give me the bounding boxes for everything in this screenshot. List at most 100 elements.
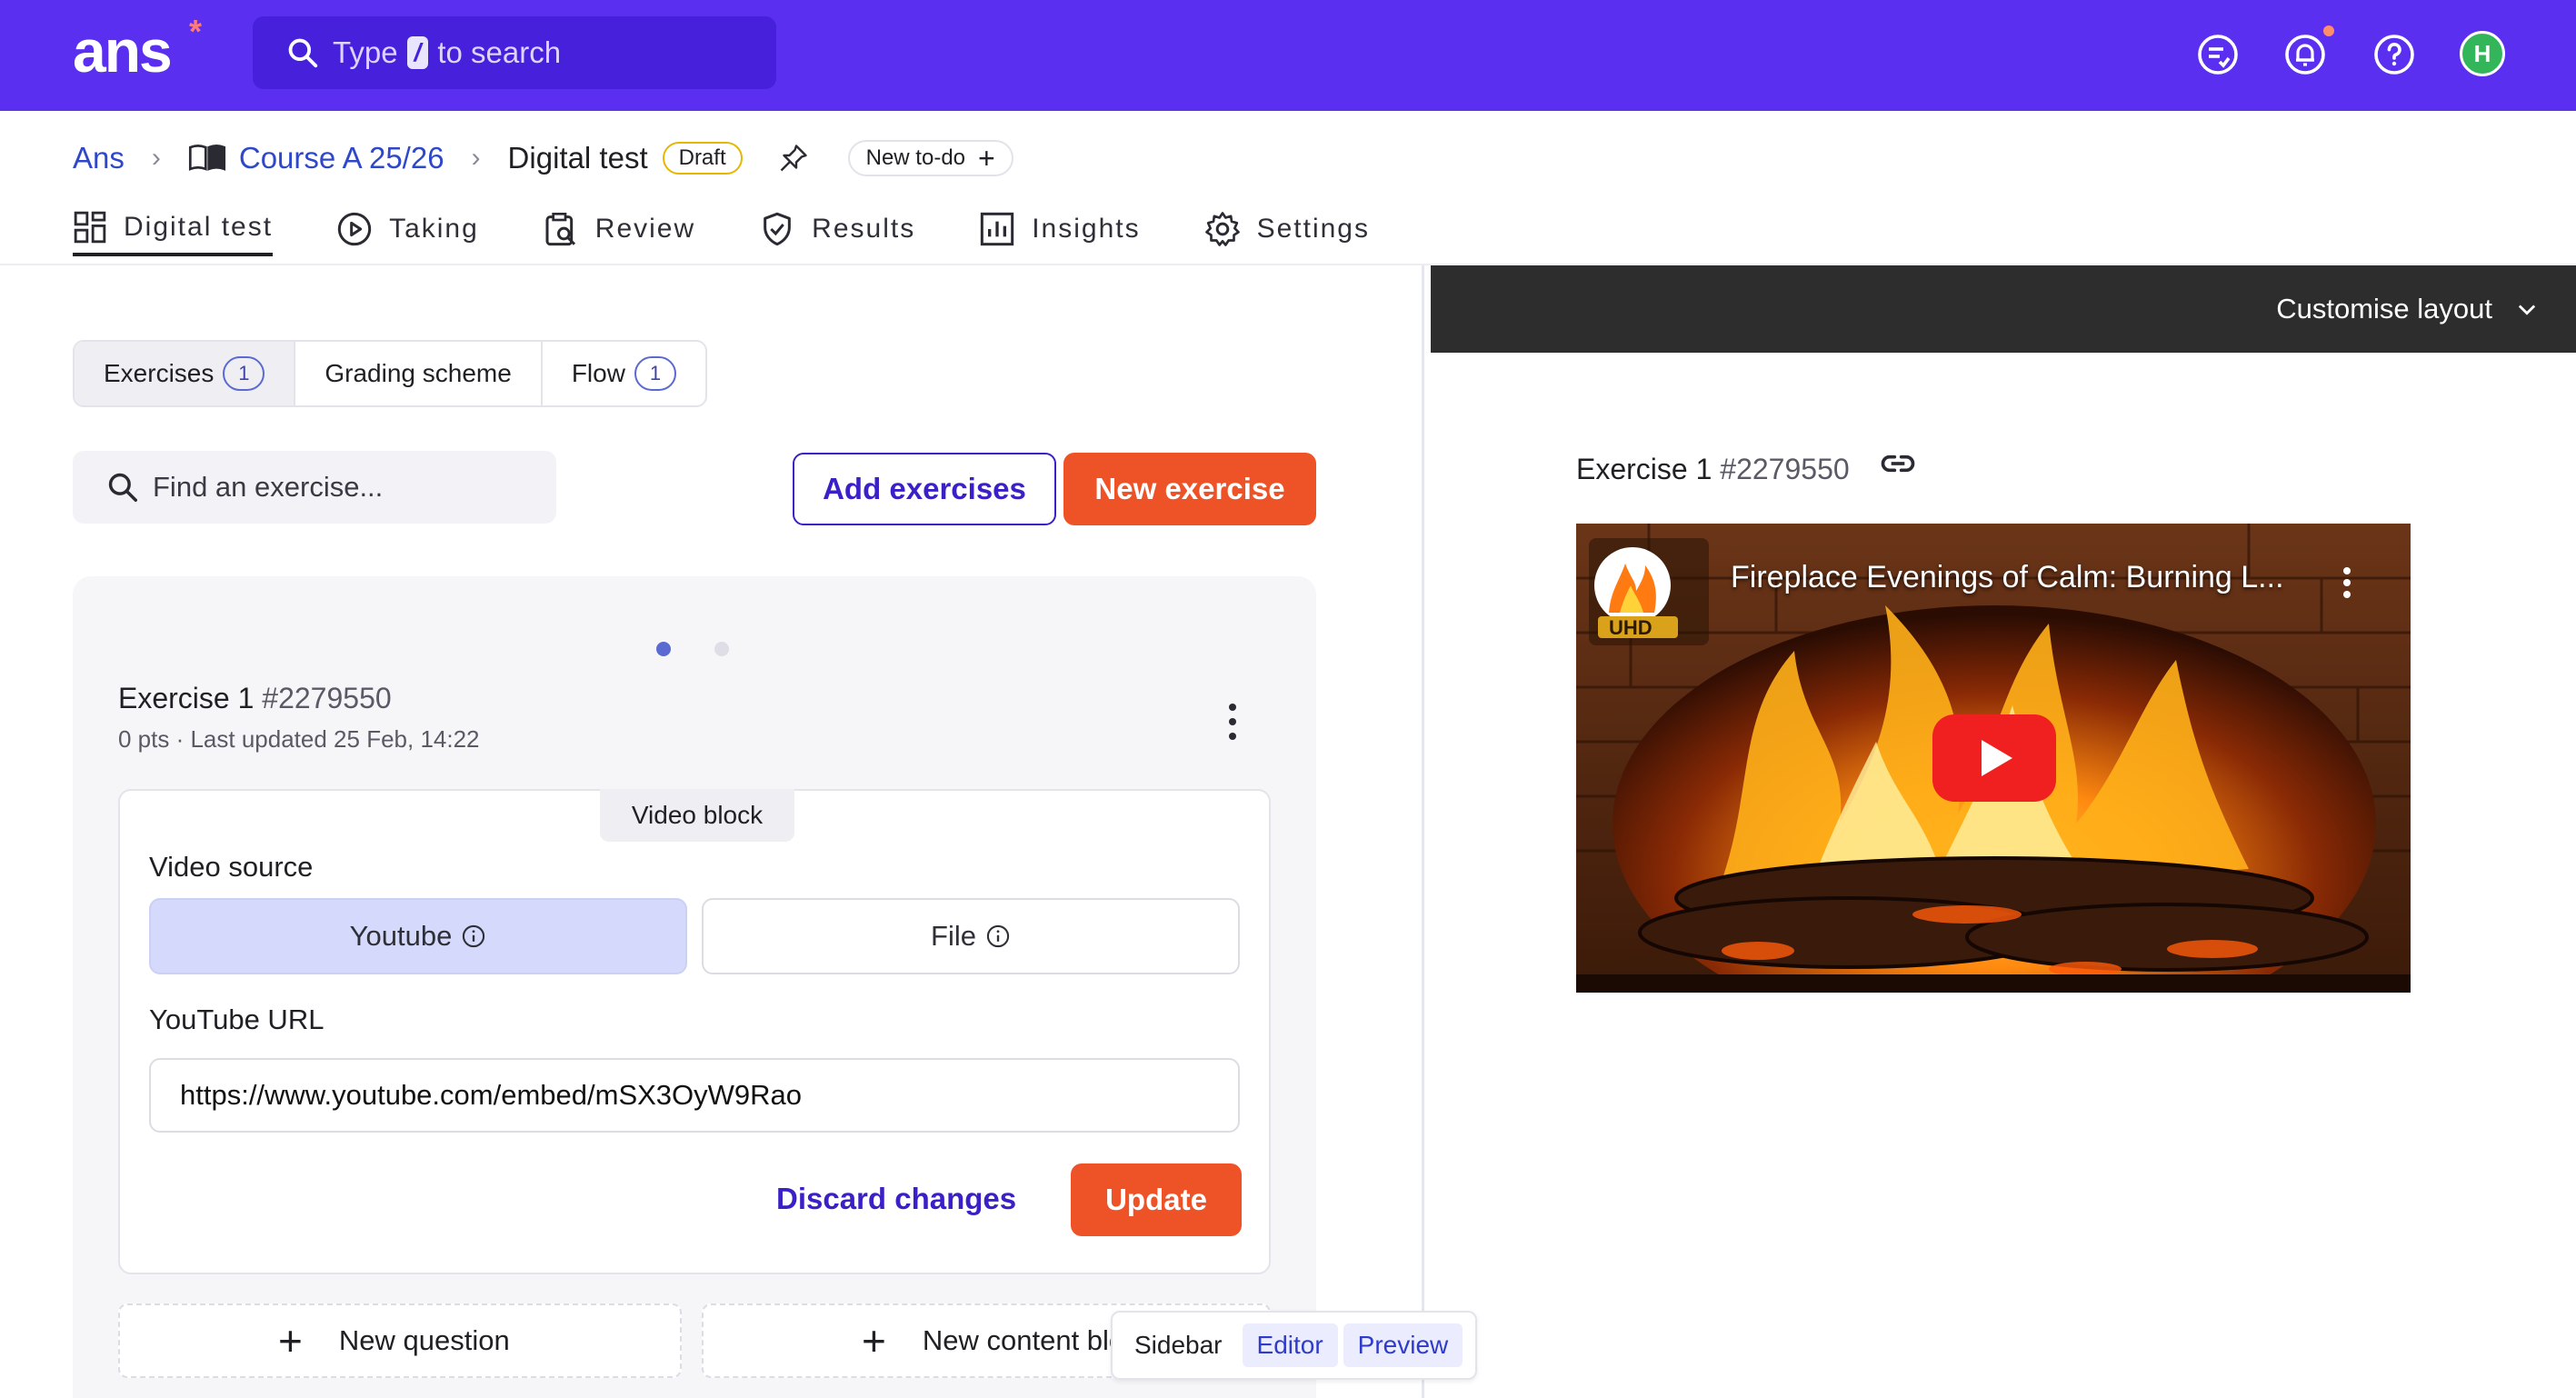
carousel-dot-active[interactable] bbox=[656, 642, 671, 656]
segment-label: Exercises bbox=[104, 359, 215, 387]
toggle-preview[interactable]: Preview bbox=[1343, 1323, 1463, 1367]
top-bar: ans * Type / to search H bbox=[0, 0, 2576, 111]
app-logo[interactable]: ans * bbox=[73, 13, 202, 85]
view-toggle: Sidebar Editor Preview bbox=[1111, 1311, 1478, 1380]
option-label: Youtube bbox=[349, 920, 453, 952]
tab-label: Insights bbox=[1032, 214, 1141, 244]
breadcrumb-current: Digital test bbox=[507, 141, 648, 175]
plus-icon: + bbox=[978, 142, 995, 175]
toggle-editor[interactable]: Editor bbox=[1242, 1323, 1338, 1367]
exercise-id: #2279550 bbox=[262, 682, 392, 714]
chevron-right-icon: › bbox=[151, 143, 161, 173]
update-button[interactable]: Update bbox=[1071, 1163, 1242, 1236]
tab-insights[interactable]: Insights bbox=[979, 202, 1140, 256]
toggle-sidebar[interactable]: Sidebar bbox=[1120, 1323, 1237, 1367]
tab-label: Taking bbox=[389, 214, 479, 244]
tab-label: Review bbox=[594, 214, 696, 244]
status-badge: Draft bbox=[662, 142, 743, 175]
notifications-bell-icon[interactable] bbox=[2283, 33, 2327, 76]
search-icon bbox=[108, 473, 137, 502]
exercise-name: Exercise 1 bbox=[118, 682, 255, 714]
youtube-video-player[interactable]: UHD Fireplace Evenings of Calm: Burning … bbox=[1576, 524, 2411, 993]
tab-settings[interactable]: Settings bbox=[1204, 202, 1370, 256]
search-suffix: to search bbox=[437, 35, 562, 69]
youtube-url-label: YouTube URL bbox=[149, 1004, 324, 1035]
preview-exercise-name: Exercise 1 bbox=[1576, 453, 1712, 485]
tab-label: Results bbox=[812, 214, 916, 244]
pin-icon[interactable] bbox=[777, 142, 810, 175]
preview-exercise-id: #2279550 bbox=[1720, 453, 1850, 485]
tab-results[interactable]: Results bbox=[759, 202, 915, 256]
pane-divider[interactable] bbox=[1422, 265, 1424, 1398]
carousel-dot[interactable] bbox=[714, 642, 729, 656]
breadcrumb: Ans › Course A 25/26 › Digital test Draf… bbox=[73, 138, 1013, 178]
gear-icon bbox=[1204, 212, 1240, 246]
play-circle-icon bbox=[337, 212, 372, 246]
youtube-play-icon[interactable] bbox=[1932, 714, 2056, 802]
shield-check-icon bbox=[764, 212, 791, 246]
dashboard-icon bbox=[74, 211, 106, 244]
segment-grading-scheme[interactable]: Grading scheme bbox=[295, 342, 543, 405]
logo-text: ans bbox=[73, 17, 173, 85]
search-shortcut-key: / bbox=[406, 36, 429, 69]
search-icon bbox=[288, 38, 318, 68]
new-question-label: New question bbox=[338, 1324, 510, 1356]
exercise-title: Exercise 1 #2279550 bbox=[118, 682, 392, 715]
tab-label: Digital test bbox=[124, 212, 274, 242]
plus-icon: + bbox=[278, 1317, 303, 1364]
book-icon bbox=[188, 143, 226, 174]
tab-review[interactable]: Review bbox=[543, 202, 695, 256]
find-placeholder: Find an exercise... bbox=[153, 471, 384, 503]
notification-dot bbox=[2321, 24, 2336, 38]
clipboard-search-icon bbox=[545, 213, 575, 246]
more-vertical-icon[interactable] bbox=[1227, 704, 1238, 740]
todo-list-icon[interactable] bbox=[2196, 33, 2240, 76]
tab-digital-test[interactable]: Digital test bbox=[73, 202, 274, 256]
tab-label: Settings bbox=[1256, 214, 1370, 244]
link-icon[interactable] bbox=[1878, 444, 1918, 488]
exercise-meta: 0 pts · Last updated 25 Feb, 14:22 bbox=[118, 725, 480, 753]
channel-avatar[interactable]: UHD bbox=[1589, 538, 1709, 645]
new-exercise-button[interactable]: New exercise bbox=[1063, 453, 1316, 525]
add-exercises-button[interactable]: Add exercises bbox=[793, 453, 1056, 525]
breadcrumb-course[interactable]: Course A 25/26 bbox=[239, 141, 444, 175]
info-icon[interactable] bbox=[985, 924, 1011, 949]
youtube-url-input[interactable]: https://www.youtube.com/embed/mSX3OyW9Ra… bbox=[149, 1058, 1240, 1133]
find-exercise-input[interactable]: Find an exercise... bbox=[73, 451, 556, 524]
info-icon[interactable] bbox=[461, 924, 486, 949]
segment-label: Flow bbox=[571, 359, 625, 387]
option-label: File bbox=[931, 920, 976, 952]
segment-exercises[interactable]: Exercises 1 bbox=[75, 342, 296, 405]
block-type-label: Video block bbox=[600, 789, 794, 842]
breadcrumb-root[interactable]: Ans bbox=[73, 141, 125, 175]
video-title[interactable]: Fireplace Evenings of Calm: Burning L... bbox=[1731, 560, 2284, 595]
chevron-right-icon: › bbox=[471, 143, 481, 173]
plus-icon: + bbox=[862, 1317, 886, 1364]
bar-chart-icon bbox=[981, 212, 1014, 246]
user-avatar[interactable]: H bbox=[2460, 31, 2505, 76]
segment-flow[interactable]: Flow 1 bbox=[543, 342, 705, 405]
customise-layout-label: Customise layout bbox=[2276, 293, 2492, 325]
discard-changes-button[interactable]: Discard changes bbox=[776, 1182, 1016, 1216]
count-badge: 1 bbox=[634, 356, 676, 391]
source-youtube-option[interactable]: Youtube bbox=[149, 898, 687, 974]
new-todo-label: New to-do bbox=[865, 145, 966, 170]
video-source-label: Video source bbox=[149, 851, 314, 883]
help-icon[interactable] bbox=[2372, 33, 2416, 76]
channel-badge: UHD bbox=[1609, 616, 1652, 639]
customise-layout-bar[interactable]: Customise layout bbox=[1431, 265, 2576, 353]
chevron-down-icon bbox=[2518, 305, 2536, 315]
main-tabs: Digital test Taking Review Results Insig… bbox=[73, 202, 1433, 264]
global-search[interactable]: Type / to search bbox=[253, 16, 776, 89]
editor-segmented-control: Exercises 1 Grading scheme Flow 1 bbox=[73, 340, 707, 407]
source-file-option[interactable]: File bbox=[702, 898, 1240, 974]
video-block: Video block Video source Youtube File Yo… bbox=[118, 789, 1271, 1274]
search-prefix: Type bbox=[333, 35, 398, 69]
exercise-card: Exercise 1 #2279550 0 pts · Last updated… bbox=[73, 576, 1316, 1398]
count-badge: 1 bbox=[223, 356, 265, 391]
video-more-icon[interactable] bbox=[2343, 567, 2352, 598]
tab-taking[interactable]: Taking bbox=[336, 202, 479, 256]
logo-mark: * bbox=[189, 13, 202, 50]
new-question-button[interactable]: + New question bbox=[118, 1303, 682, 1378]
new-todo-button[interactable]: New to-do + bbox=[847, 140, 1013, 176]
